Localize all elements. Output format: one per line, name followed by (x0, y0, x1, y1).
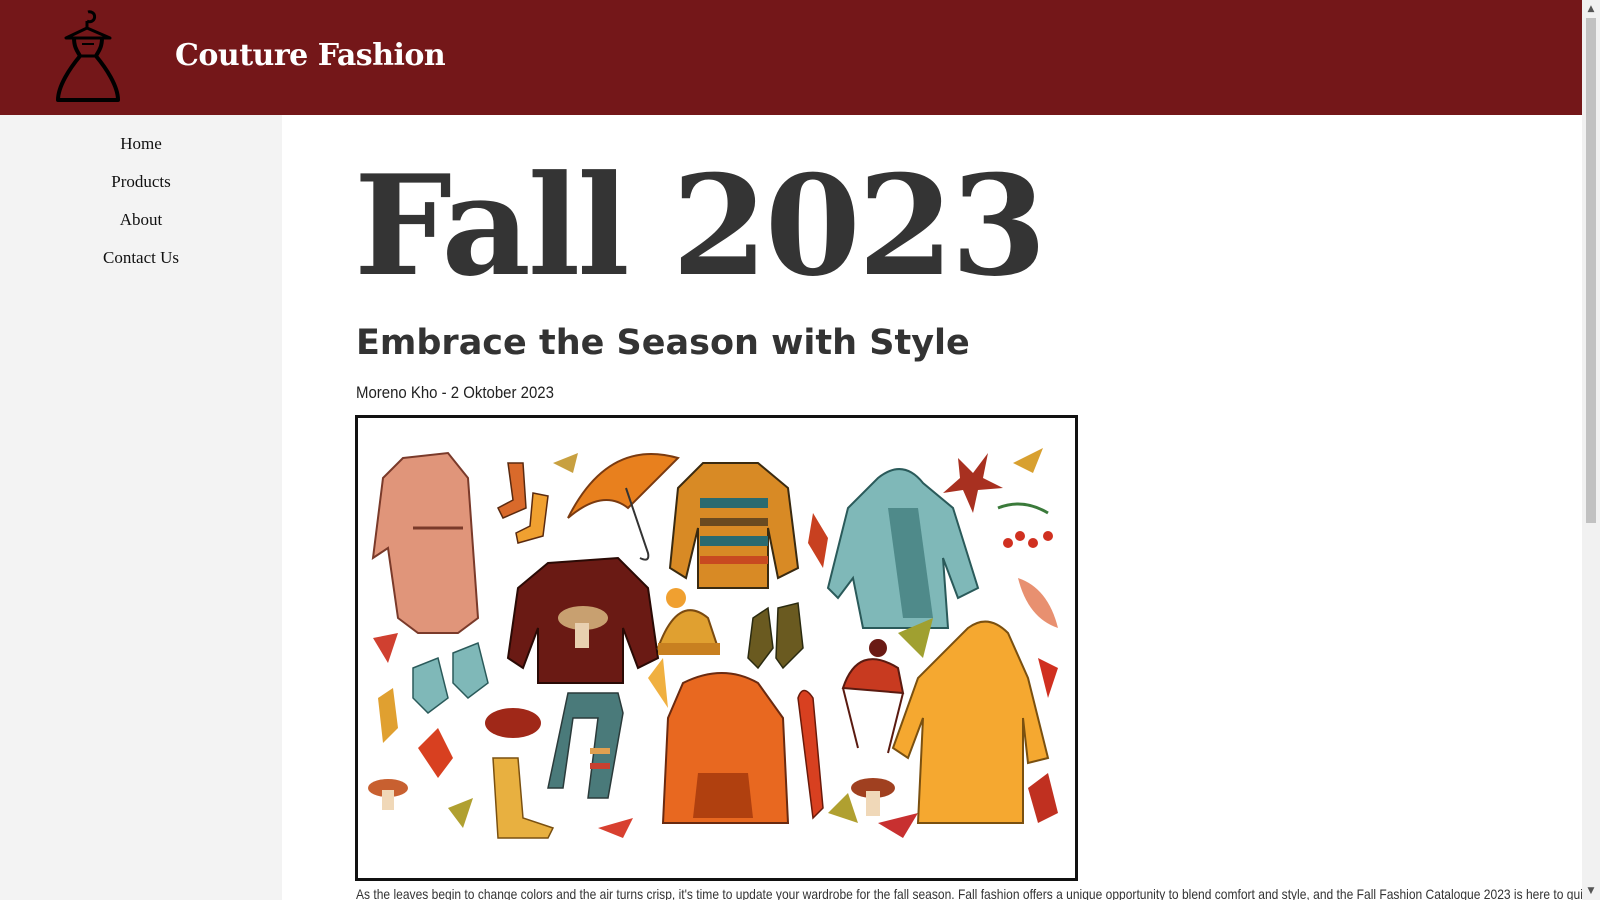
sidebar-nav: Home Products About Contact Us (0, 115, 282, 900)
striped-sweater-image (668, 462, 800, 589)
page-subtitle: Embrace the Season with Style (356, 323, 970, 363)
fall-clothing-illustration (355, 415, 1078, 881)
mushroom-sweater-image (506, 556, 660, 684)
page-title: Fall 2023 (354, 144, 1047, 307)
umbrella-image (567, 453, 680, 561)
scroll-down-arrow-icon[interactable]: ▼ (1586, 884, 1596, 898)
scarf-image (547, 692, 624, 799)
vertical-scrollbar[interactable]: ▲ ▼ (1582, 0, 1600, 900)
pompom-hat-image (841, 639, 905, 754)
yellow-raincoat-image (891, 620, 1050, 824)
site-header: Couture Fashion (0, 0, 1582, 115)
article-intro: As the leaves begin to change colors and… (356, 886, 1582, 900)
nav-item-home[interactable]: Home (0, 125, 282, 163)
nav-item-contact-us[interactable]: Contact Us (0, 239, 282, 277)
rain-boots-image (492, 757, 555, 839)
blue-jacket-image (826, 468, 980, 629)
nav-list: Home Products About Contact Us (0, 125, 282, 277)
scroll-up-arrow-icon[interactable]: ▲ (1586, 2, 1596, 16)
nav-item-about[interactable]: About (0, 201, 282, 239)
socks-image (497, 462, 549, 544)
dress-hanger-icon[interactable] (52, 8, 124, 108)
beret-image (485, 708, 541, 738)
orange-hoodie-image (661, 672, 790, 824)
scroll-thumb[interactable] (1586, 18, 1596, 523)
brown-gloves-image (747, 602, 804, 670)
nav-item-products[interactable]: Products (0, 163, 282, 201)
trench-coat-image (371, 451, 480, 634)
blue-gloves-image (412, 641, 489, 714)
red-umbrella-image (797, 689, 824, 820)
author-date-byline: Moreno Kho - 2 Oktober 2023 (356, 383, 554, 402)
beanie-image (656, 588, 720, 655)
main-content: Fall 2023 Embrace the Season with Style … (282, 115, 1582, 900)
brand-name[interactable]: Couture Fashion (175, 38, 446, 73)
